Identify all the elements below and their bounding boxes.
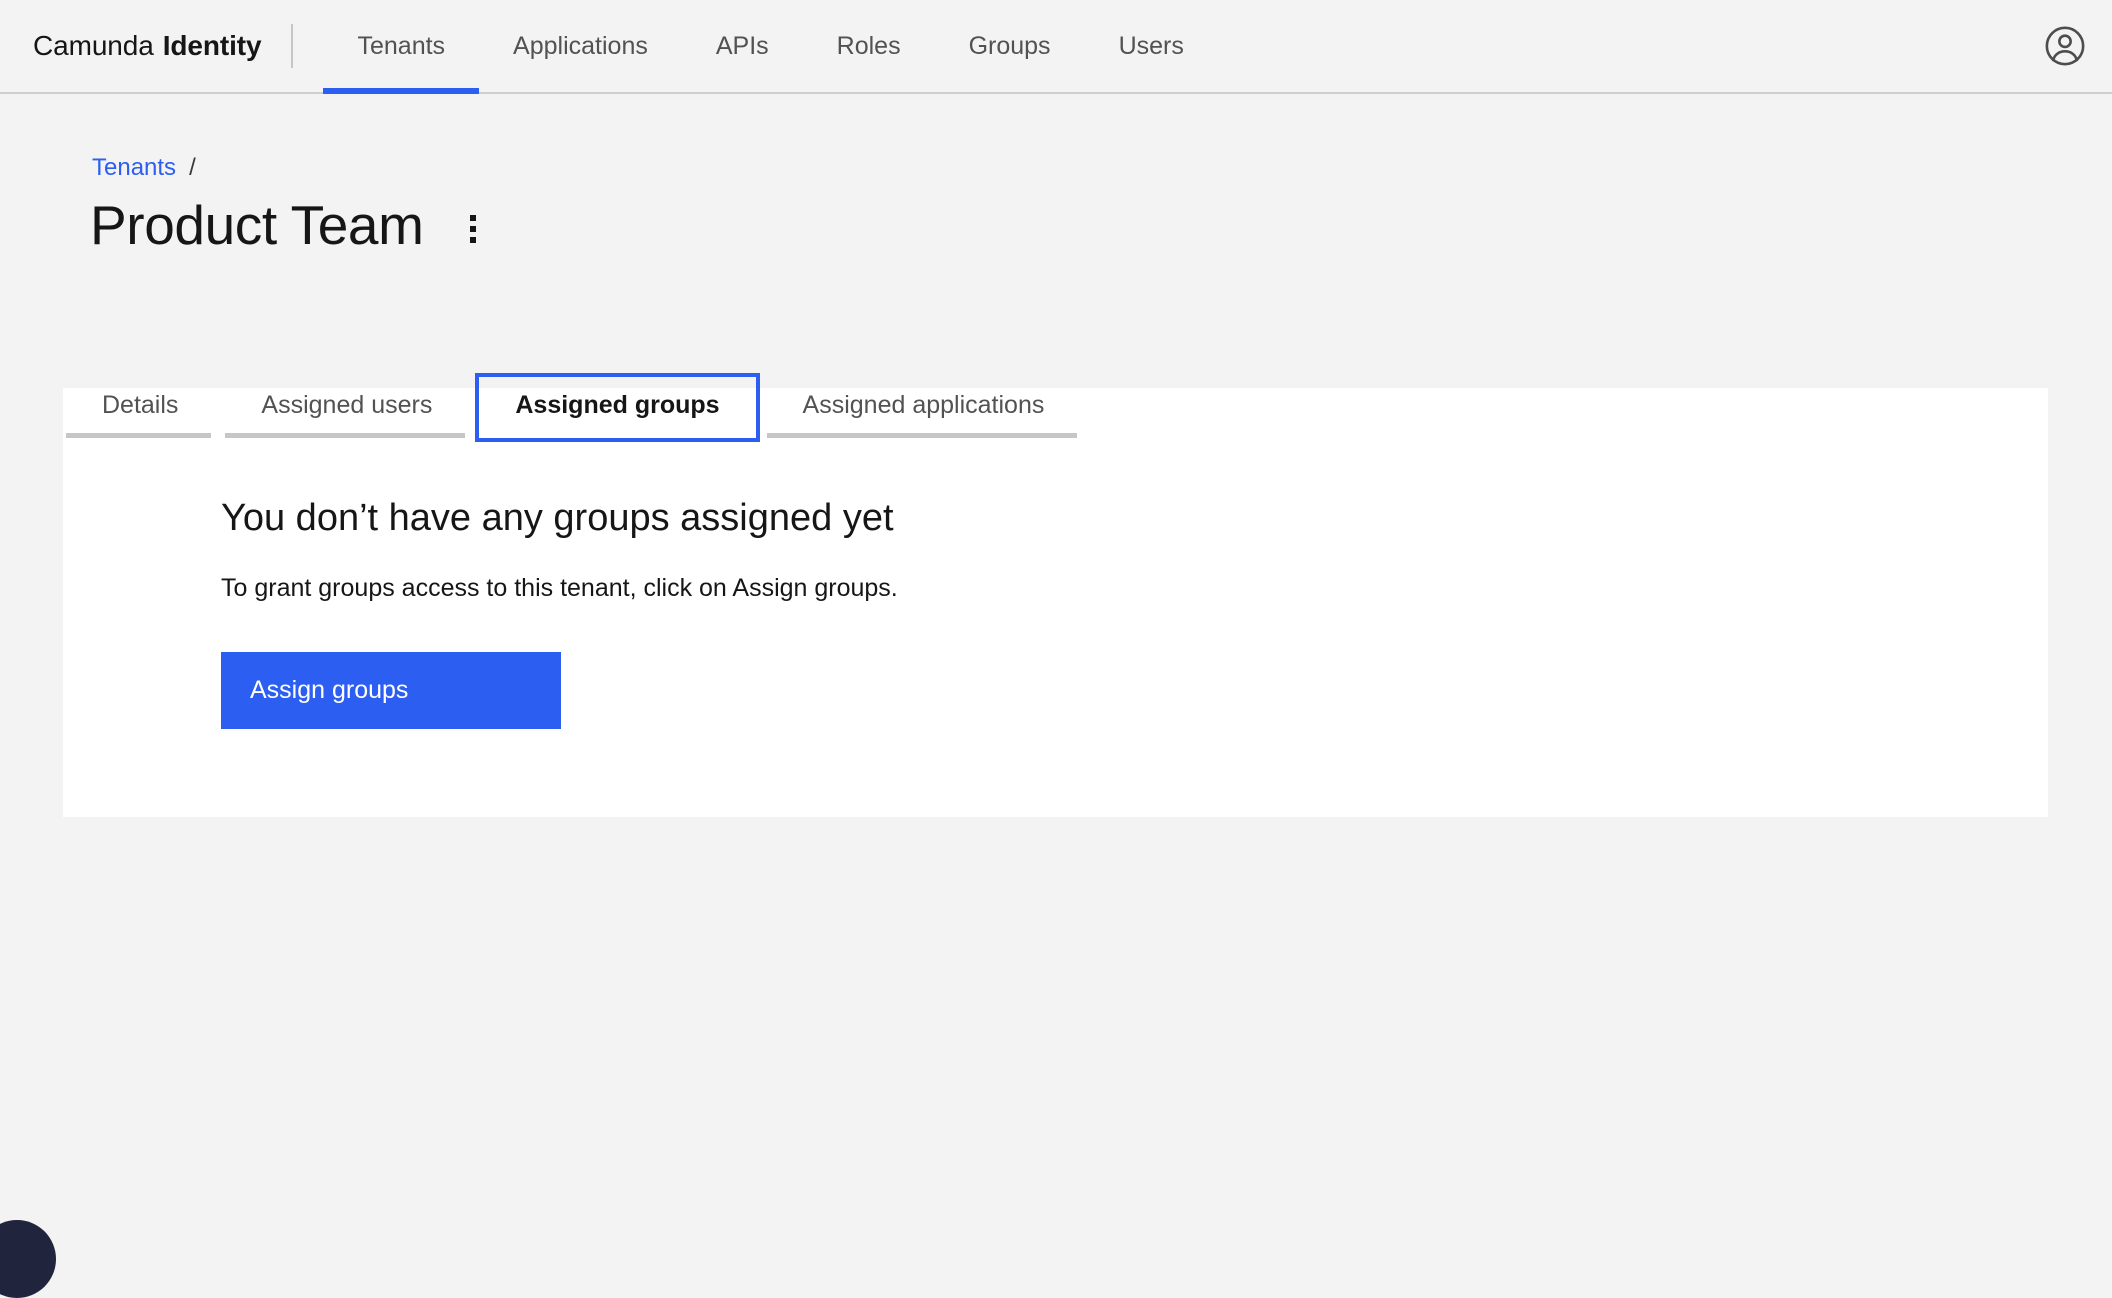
brand-logo[interactable]: Camunda Identity xyxy=(0,0,291,92)
nav-item-groups[interactable]: Groups xyxy=(935,0,1085,92)
overflow-dot xyxy=(469,214,476,221)
nav-item-label: Users xyxy=(1118,31,1184,60)
overflow-dot xyxy=(469,236,476,243)
breadcrumb-separator: / xyxy=(189,154,196,181)
empty-state-description: To grant groups access to this tenant, c… xyxy=(221,573,898,602)
tab-assigned-users[interactable]: Assigned users xyxy=(221,373,472,442)
nav-item-label: APIs xyxy=(715,31,769,60)
empty-state: You don’t have any groups assigned yet T… xyxy=(221,495,898,729)
account-button[interactable] xyxy=(2018,0,2112,92)
empty-state-title: You don’t have any groups assigned yet xyxy=(221,497,894,539)
page-title: Product Team xyxy=(90,194,424,256)
nav-item-label: Applications xyxy=(513,31,648,60)
user-avatar-icon xyxy=(2043,24,2087,68)
main-navigation: Tenants Applications APIs Roles Groups U… xyxy=(323,0,1218,94)
brand-name-regular: Camunda xyxy=(33,30,154,61)
nav-item-label: Roles xyxy=(836,31,901,60)
nav-item-applications[interactable]: Applications xyxy=(479,0,682,92)
nav-item-roles[interactable]: Roles xyxy=(803,0,935,92)
assign-groups-button[interactable]: Assign groups xyxy=(221,651,561,729)
help-widget-button[interactable] xyxy=(0,1220,56,1298)
page-body: Tenants / Product Team You don’t have an… xyxy=(0,94,2112,1298)
overflow-menu-vertical-icon[interactable] xyxy=(450,206,496,252)
brand-name-bold: Identity xyxy=(162,30,262,61)
tab-details[interactable]: Details xyxy=(62,373,218,442)
breadcrumb-item-tenants[interactable]: Tenants xyxy=(92,156,176,180)
breadcrumb: Tenants / xyxy=(92,156,196,180)
tab-label: Assigned groups xyxy=(515,391,720,419)
title-row: Product Team xyxy=(90,194,496,257)
header-spacer xyxy=(1218,0,2018,92)
nav-item-label: Tenants xyxy=(357,31,446,60)
tab-assigned-groups[interactable]: Assigned groups xyxy=(475,373,760,442)
tab-label: Assigned applications xyxy=(802,391,1045,419)
tab-label: Assigned users xyxy=(261,391,433,419)
nav-item-label: Groups xyxy=(968,31,1051,60)
tab-assigned-applications[interactable]: Assigned applications xyxy=(763,373,1085,442)
header-divider xyxy=(291,24,294,68)
tab-list: Details Assigned users Assigned groups A… xyxy=(62,373,1087,442)
tab-label: Details xyxy=(102,391,179,419)
app-header: Camunda Identity Tenants Applications AP… xyxy=(0,0,2112,94)
content-card: You don’t have any groups assigned yet T… xyxy=(63,388,2048,817)
nav-item-users[interactable]: Users xyxy=(1085,0,1218,92)
overflow-dot xyxy=(469,225,476,232)
nav-item-apis[interactable]: APIs xyxy=(682,0,803,92)
nav-item-tenants[interactable]: Tenants xyxy=(323,0,479,94)
